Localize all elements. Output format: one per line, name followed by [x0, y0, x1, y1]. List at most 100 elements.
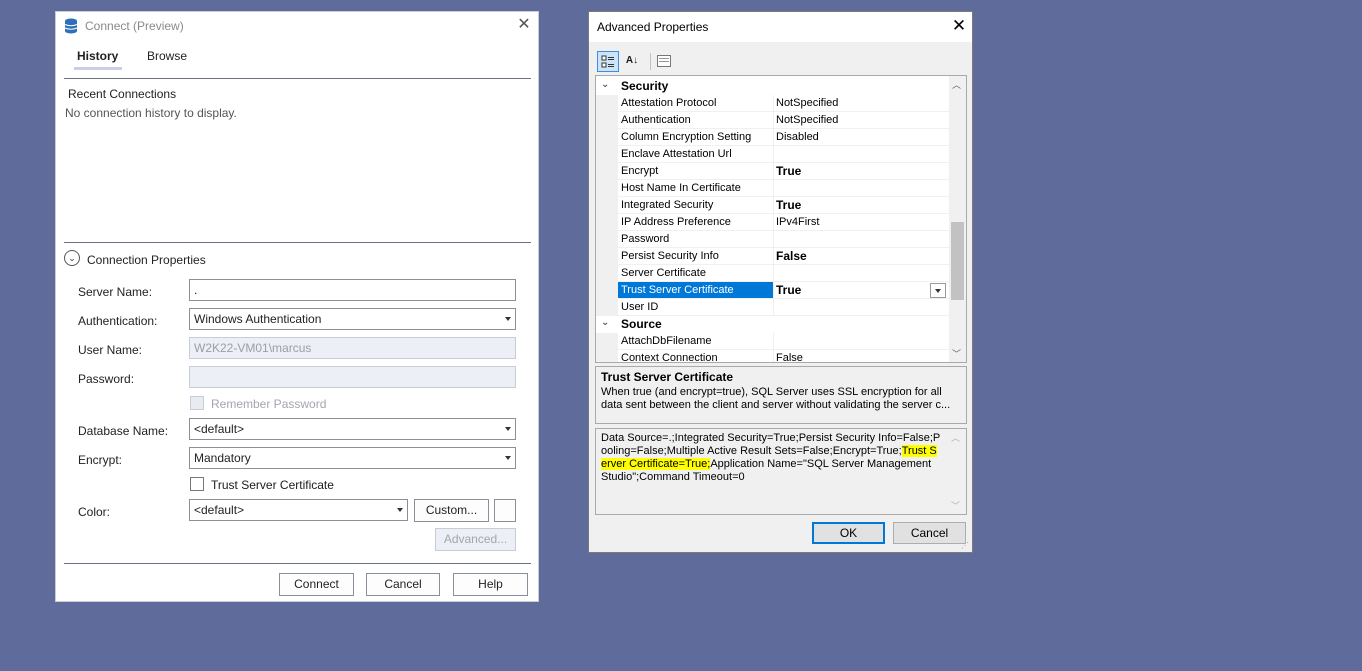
column-divider — [773, 129, 774, 146]
trust-server-certificate-checkbox[interactable] — [190, 477, 204, 491]
encrypt-label: Encrypt: — [78, 453, 123, 467]
user-name-label: User Name: — [78, 343, 143, 357]
help-button[interactable]: Help — [453, 573, 528, 596]
cancel-button[interactable]: Cancel — [893, 522, 966, 544]
server-name-input[interactable]: . — [189, 279, 516, 301]
close-icon[interactable]: ✕ — [950, 16, 968, 36]
property-value[interactable]: False — [776, 352, 803, 362]
chevron-down-icon[interactable]: ⌄ — [64, 250, 80, 266]
property-row[interactable]: Encrypt True — [596, 163, 949, 180]
property-row[interactable]: Authentication NotSpecified — [596, 112, 949, 129]
chevron-down-icon[interactable]: ﹀ — [952, 347, 961, 360]
property-value[interactable]: False — [776, 249, 807, 263]
property-value[interactable]: IPv4First — [776, 216, 819, 228]
tab-browse[interactable]: Browse — [147, 49, 187, 63]
description-title: Trust Server Certificate — [601, 370, 734, 384]
column-divider — [773, 350, 774, 362]
cancel-button[interactable]: Cancel — [366, 573, 440, 596]
color-value: <default> — [194, 503, 245, 517]
chevron-up-icon[interactable]: ︿ — [951, 431, 960, 444]
property-row[interactable]: Attestation Protocol NotSpecified — [596, 95, 949, 112]
property-name: Enclave Attestation Url — [621, 148, 732, 160]
property-row[interactable]: Persist Security Info False — [596, 248, 949, 265]
property-name: IP Address Preference — [621, 216, 731, 228]
database-name-label: Database Name: — [78, 424, 169, 438]
column-divider — [773, 265, 774, 282]
row-gutter — [596, 248, 618, 265]
category-label: Source — [621, 317, 662, 331]
property-row[interactable]: Integrated Security True — [596, 197, 949, 214]
authentication-select[interactable]: Windows Authentication — [189, 308, 516, 330]
property-row[interactable]: AttachDbFilename — [596, 333, 949, 350]
property-name: Context Connection — [621, 352, 718, 363]
advanced-title: Advanced Properties — [597, 20, 709, 34]
custom-color-button[interactable]: Custom... — [414, 499, 489, 522]
database-name-select[interactable]: <default> — [189, 418, 516, 440]
connection-string-part: Data Source=.;Integrated Security=True;P… — [601, 432, 941, 457]
property-row[interactable]: Column Encryption Setting Disabled — [596, 129, 949, 146]
connection-string-scrollbar[interactable]: ︿ ﹀ — [948, 431, 964, 512]
property-name: User ID — [621, 301, 659, 313]
password-input[interactable] — [189, 366, 516, 388]
property-grid-scrollbar[interactable]: ︿ ﹀ — [949, 76, 966, 362]
property-row[interactable]: Context Connection False — [596, 350, 949, 363]
property-value[interactable]: True — [776, 283, 801, 297]
color-select[interactable]: <default> — [189, 499, 408, 521]
category-label: Security — [621, 79, 669, 93]
chevron-down-icon[interactable]: ⌄ — [601, 317, 609, 328]
chevron-down-icon[interactable]: ﹀ — [951, 499, 960, 512]
connection-string-box[interactable]: Data Source=.;Integrated Security=True;P… — [595, 428, 967, 515]
property-category[interactable]: ⌄ Source — [596, 316, 949, 333]
property-description-panel: Trust Server Certificate When true (and … — [595, 366, 967, 424]
property-value[interactable]: Disabled — [776, 131, 819, 143]
column-divider — [773, 112, 774, 129]
trust-server-certificate-label: Trust Server Certificate — [211, 478, 334, 492]
property-row[interactable]: Trust Server Certificate True — [596, 282, 949, 299]
property-grid-toolbar: A↓ — [595, 50, 967, 74]
column-divider — [773, 95, 774, 112]
categorized-icon[interactable] — [597, 51, 619, 72]
tab-history[interactable]: History — [77, 49, 118, 63]
chevron-down-icon[interactable]: ⌄ — [601, 79, 609, 90]
row-gutter — [596, 265, 618, 282]
property-pages-icon[interactable] — [653, 51, 675, 72]
connect-dialog: Connect (Preview) ✕ History Browse Recen… — [55, 11, 539, 602]
user-name-input[interactable]: W2K22-VM01\marcus — [189, 337, 516, 359]
property-row[interactable]: Server Certificate — [596, 265, 949, 282]
authentication-value: Windows Authentication — [194, 312, 322, 326]
property-row[interactable]: Password — [596, 231, 949, 248]
value-dropdown-button[interactable] — [930, 283, 946, 298]
color-label: Color: — [78, 505, 111, 519]
encrypt-select[interactable]: Mandatory — [189, 447, 516, 469]
remember-password-checkbox[interactable] — [190, 396, 204, 410]
column-divider — [773, 146, 774, 163]
alphabetical-icon[interactable]: A↓ — [621, 51, 643, 72]
property-value[interactable]: True — [776, 198, 801, 212]
row-gutter — [596, 299, 618, 316]
row-gutter — [596, 180, 618, 197]
divider — [64, 78, 531, 79]
property-category[interactable]: ⌄ Security — [596, 78, 949, 95]
connect-button[interactable]: Connect — [279, 573, 354, 596]
property-row[interactable]: IP Address Preference IPv4First — [596, 214, 949, 231]
color-swatch[interactable] — [494, 499, 516, 522]
row-gutter — [596, 129, 618, 146]
chevron-down-icon — [505, 427, 511, 431]
property-grid: ⌄ Security Attestation Protocol NotSpecifie… — [595, 75, 967, 363]
property-value[interactable]: NotSpecified — [776, 114, 838, 126]
advanced-button[interactable]: Advanced... — [435, 528, 516, 551]
property-row[interactable]: Host Name In Certificate — [596, 180, 949, 197]
property-value[interactable]: NotSpecified — [776, 97, 838, 109]
ok-button[interactable]: OK — [812, 522, 885, 544]
resize-grip-icon[interactable]: ⋰ — [961, 541, 969, 550]
property-value[interactable]: True — [776, 164, 801, 178]
property-row[interactable]: User ID — [596, 299, 949, 316]
connection-properties-heading: Connection Properties — [87, 253, 206, 267]
close-icon[interactable]: ✕ — [515, 16, 533, 34]
property-name: Password — [621, 233, 670, 245]
chevron-up-icon[interactable]: ︿ — [952, 78, 961, 91]
column-divider — [773, 231, 774, 248]
property-row[interactable]: Enclave Attestation Url — [596, 146, 949, 163]
scrollbar-thumb[interactable] — [951, 222, 964, 300]
categorized-glyph — [601, 55, 614, 68]
